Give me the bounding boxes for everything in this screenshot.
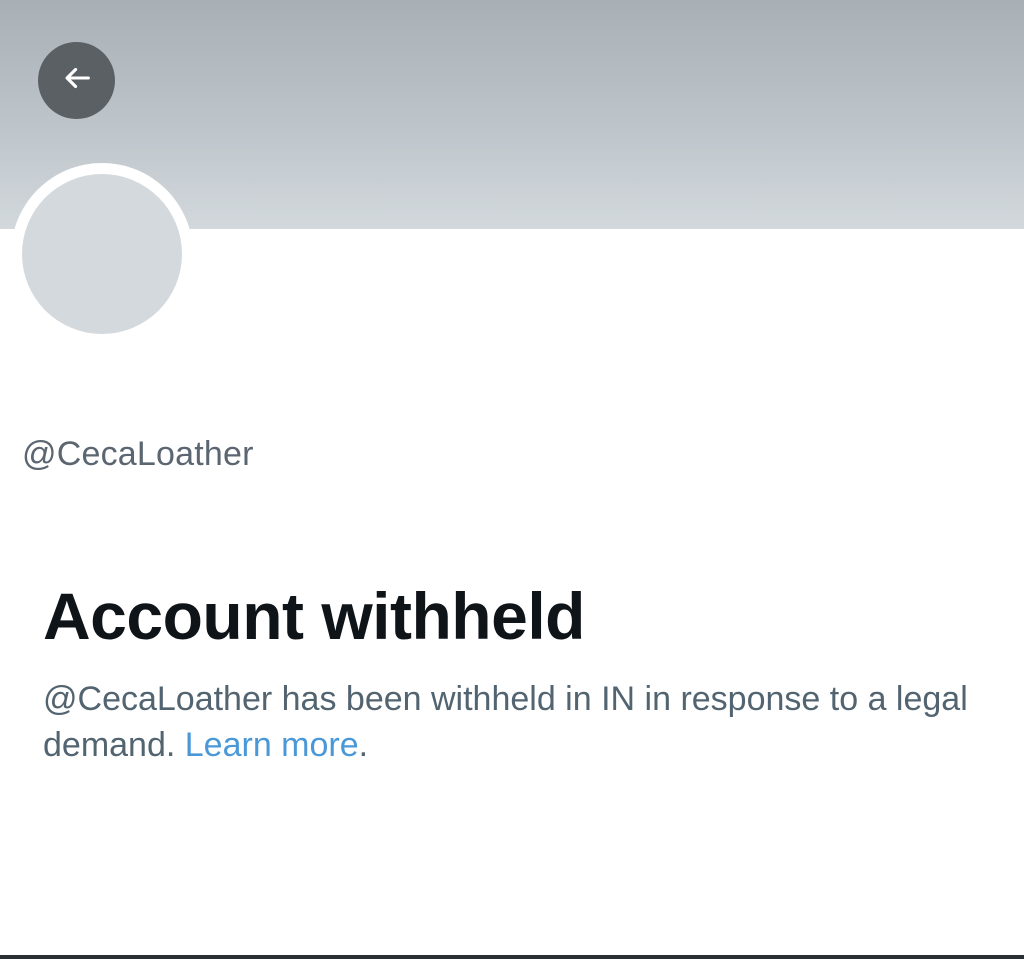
avatar[interactable] [22,174,182,334]
learn-more-link[interactable]: Learn more [185,726,359,764]
withheld-message-text: @CecaLoather has been withheld in IN in … [43,680,968,764]
bottom-divider [0,955,1024,959]
withheld-title: Account withheld [43,579,585,653]
arrow-left-icon [60,61,94,100]
profile-page: @CecaLoather Account withheld @CecaLoath… [0,0,1024,959]
back-button[interactable] [38,42,115,119]
profile-handle: @CecaLoather [22,435,254,473]
withheld-message: @CecaLoather has been withheld in IN in … [43,676,993,768]
avatar-ring [11,163,193,345]
message-period: . [358,726,369,764]
